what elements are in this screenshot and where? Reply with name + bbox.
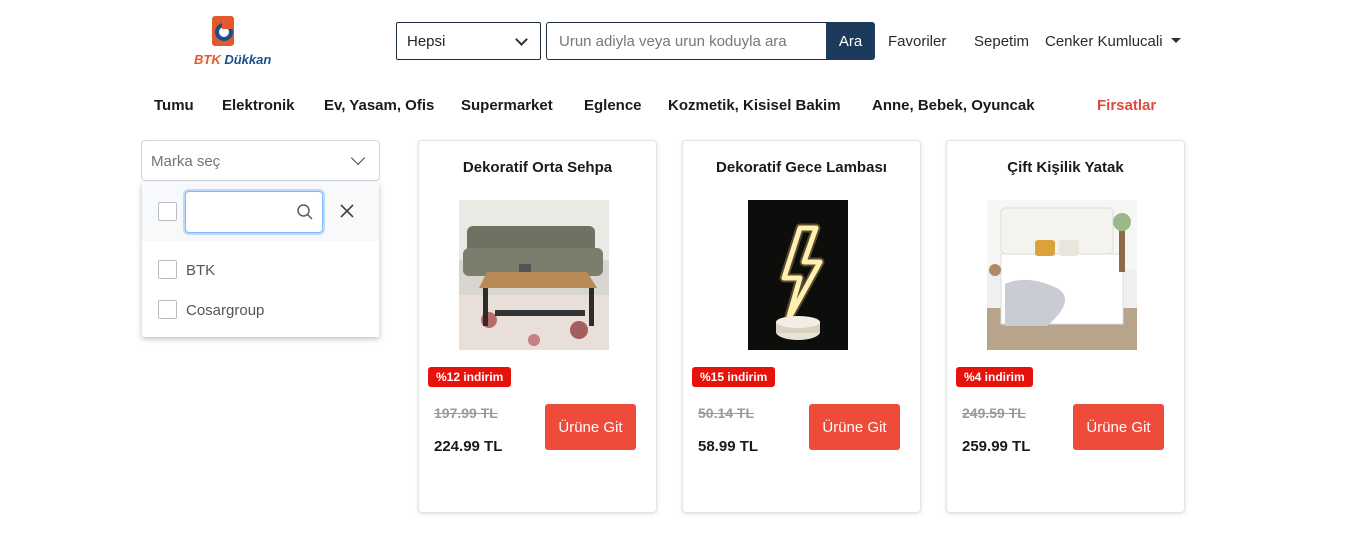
category-nav: Tumu Elektronik Ev, Yasam, Ofis Supermar… <box>0 97 1351 117</box>
brand-filter-field[interactable] <box>185 191 323 233</box>
favorites-link[interactable]: Favoriler <box>888 33 946 50</box>
search-button[interactable]: Ara <box>826 22 875 60</box>
brand-select[interactable]: Marka seç <box>141 140 380 181</box>
category-electronics[interactable]: Elektronik <box>222 97 295 114</box>
page: BTK Dükkan Hepsi Ara Favoriler Sepetim C… <box>0 0 1351 540</box>
price: 224.99 TL <box>434 438 503 455</box>
product-title[interactable]: Dekoratif Orta Sehpa <box>419 159 656 176</box>
product-title[interactable]: Dekoratif Gece Lambası <box>683 159 920 176</box>
logo-text: BTK Dükkan <box>194 52 272 67</box>
price: 58.99 TL <box>698 438 759 455</box>
old-price: 50.14 TL <box>698 405 755 421</box>
category-supermarket[interactable]: Supermarket <box>461 97 553 114</box>
category-select-value: Hepsi <box>407 32 446 50</box>
category-home-office[interactable]: Ev, Yasam, Ofis <box>324 97 434 114</box>
logo-icon <box>212 16 234 46</box>
brand-dropdown: BTK Cosargroup <box>142 182 379 337</box>
category-all[interactable]: Tumu <box>154 97 194 114</box>
product-card: Çift Kişilik Yatak %4 indirim 249.59 TL … <box>946 140 1185 513</box>
logo[interactable]: BTK Dükkan <box>190 14 272 70</box>
product-image[interactable] <box>459 200 609 350</box>
search-icon <box>297 204 313 220</box>
category-baby-toys[interactable]: Anne, Bebek, Oyuncak <box>872 97 1035 114</box>
close-icon[interactable] <box>339 203 355 219</box>
product-image[interactable] <box>987 200 1137 350</box>
brand-select-placeholder: Marka seç <box>151 153 221 170</box>
category-cosmetics[interactable]: Kozmetik, Kisisel Bakim <box>668 97 841 114</box>
category-deals[interactable]: Firsatlar <box>1097 97 1156 114</box>
category-select[interactable]: Hepsi <box>396 22 541 60</box>
category-entertainment[interactable]: Eglence <box>584 97 642 114</box>
search-input[interactable] <box>546 22 827 60</box>
go-to-product-button[interactable]: Ürüne Git <box>1073 404 1164 450</box>
caret-down-icon <box>1170 38 1181 43</box>
brand-dropdown-header <box>142 182 379 241</box>
brand-filter-input[interactable] <box>186 192 296 232</box>
brand-checkbox-cosargroup[interactable] <box>158 300 177 319</box>
user-name: Cenker Kumlucali <box>1045 33 1163 50</box>
brand-checkbox-btk[interactable] <box>158 260 177 279</box>
price: 259.99 TL <box>962 438 1031 455</box>
product-image[interactable] <box>748 200 848 350</box>
chevron-down-icon <box>515 33 528 46</box>
product-card: Dekoratif Orta Sehpa %12 indirim 197.99 … <box>418 140 657 513</box>
chevron-down-icon <box>350 150 366 166</box>
brand-option-label[interactable]: BTK <box>186 262 215 279</box>
go-to-product-button[interactable]: Ürüne Git <box>545 404 636 450</box>
user-menu[interactable]: Cenker Kumlucali <box>1045 33 1181 50</box>
discount-badge: %15 indirim <box>692 367 776 387</box>
old-price: 249.59 TL <box>962 405 1026 421</box>
product-card: Dekoratif Gece Lambası %15 indirim 50.14… <box>682 140 921 513</box>
brand-option-label[interactable]: Cosargroup <box>186 302 264 319</box>
select-all-checkbox[interactable] <box>158 202 177 221</box>
product-title[interactable]: Çift Kişilik Yatak <box>947 159 1184 176</box>
go-to-product-button[interactable]: Ürüne Git <box>809 404 900 450</box>
cart-link[interactable]: Sepetim <box>974 33 1029 50</box>
discount-badge: %12 indirim <box>428 367 512 387</box>
discount-badge: %4 indirim <box>956 367 1033 387</box>
old-price: 197.99 TL <box>434 405 498 421</box>
